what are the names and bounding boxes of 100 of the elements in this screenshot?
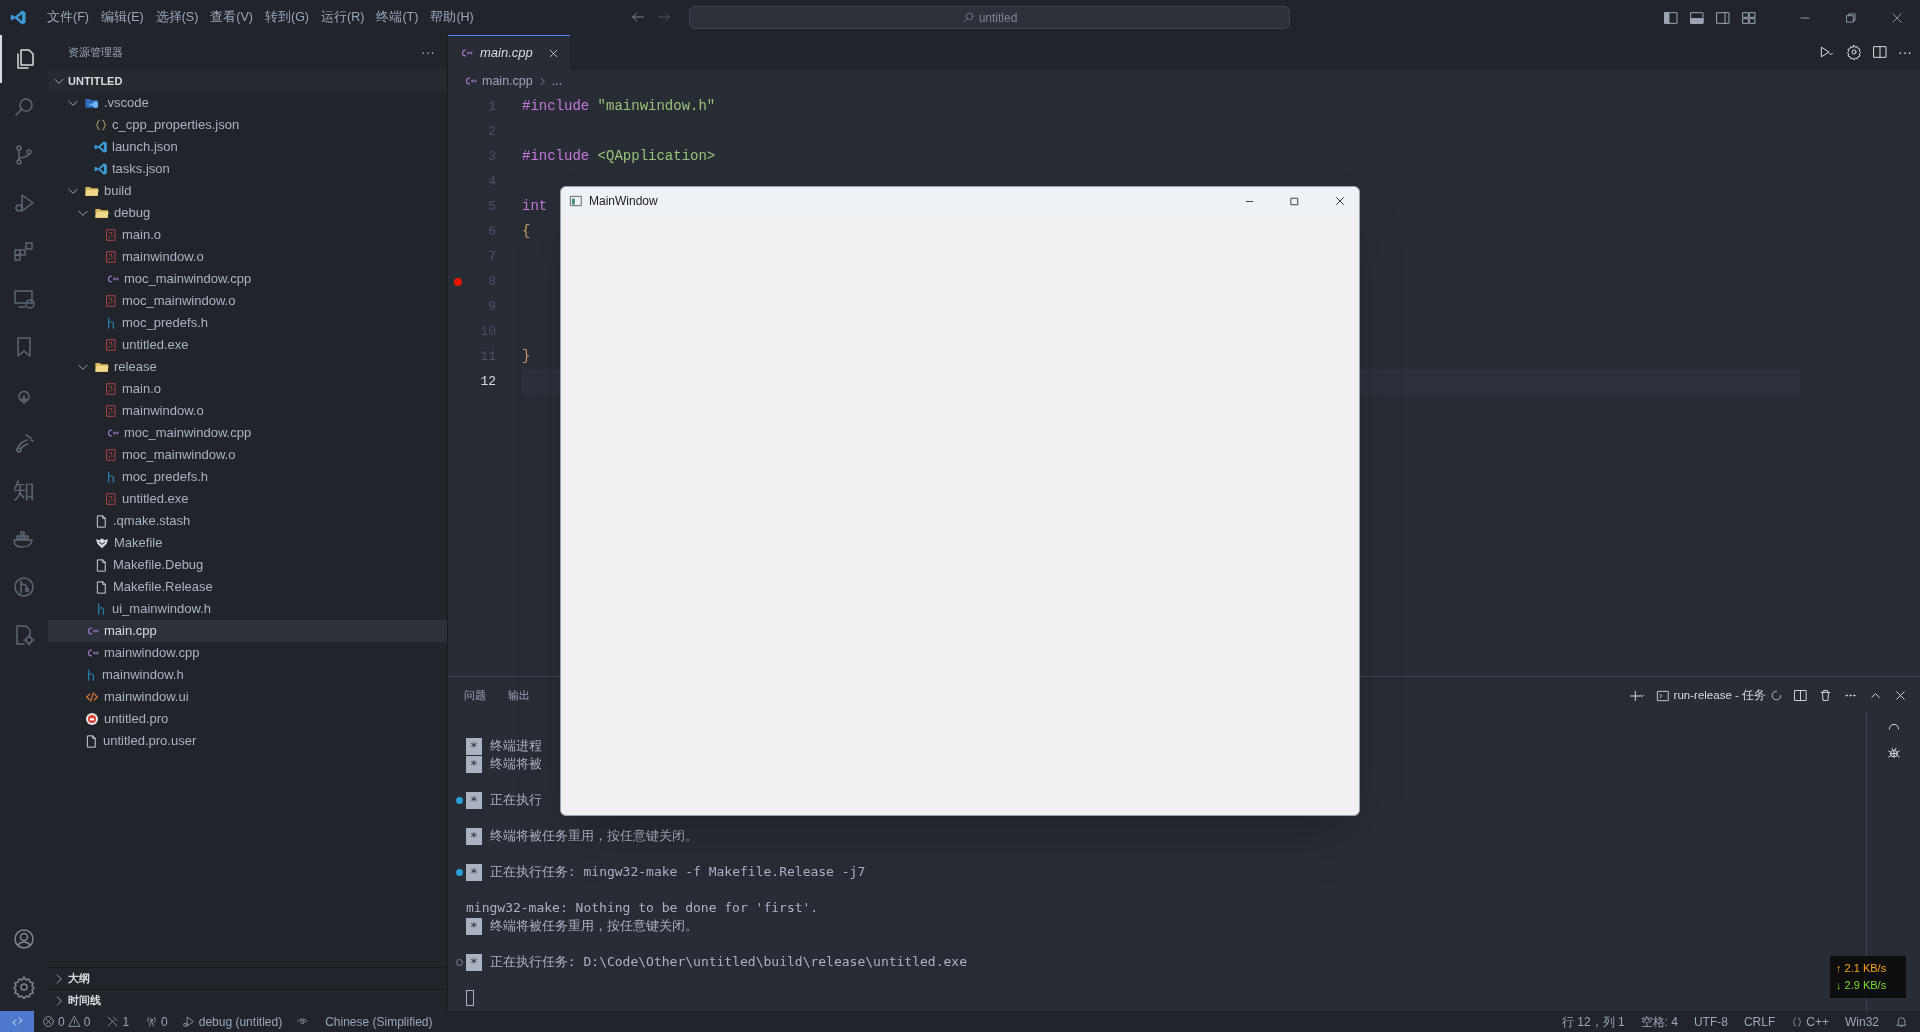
search-field[interactable]: untitled	[689, 6, 1290, 29]
tree-item[interactable]: untitled.pro.user	[48, 730, 447, 752]
menu-item[interactable]: 终端(T)	[370, 8, 425, 27]
task-badge: *	[466, 737, 482, 755]
tree-item[interactable]: moc_mainwindow.cpp	[48, 268, 447, 290]
terminal-line: 正在执行任务: mingw32-make -f Makefile.Release -j7	[489, 863, 866, 882]
settings-icon[interactable]	[12, 975, 36, 999]
debug-config[interactable]: debug (untitled)	[181, 1012, 283, 1031]
binary-file-icon	[104, 404, 118, 418]
editor-tab[interactable]: main.cpp	[448, 35, 570, 70]
tree-item[interactable]: Makefile.Release	[48, 576, 447, 598]
tree-item[interactable]: moc_predefs.h	[48, 466, 447, 488]
tree-item[interactable]: mainwindow.cpp	[48, 642, 447, 664]
braces-icon	[1791, 1015, 1804, 1028]
split-editor-icon[interactable]	[1872, 44, 1888, 60]
tree-item[interactable]: ui_mainwindow.h	[48, 598, 447, 620]
tree-item[interactable]: moc_predefs.h	[48, 312, 447, 334]
line-number: 12	[479, 372, 496, 391]
tree-item[interactable]: untitled.exe	[48, 334, 447, 356]
search-icon[interactable]	[12, 95, 36, 119]
bug-icon[interactable]	[1885, 745, 1902, 761]
layout-icon[interactable]	[1741, 9, 1757, 26]
menu-item[interactable]: 运行(R)	[315, 8, 371, 27]
tree-item[interactable]: mainwindow.h	[48, 664, 447, 686]
file-icon	[94, 579, 109, 595]
status-item[interactable]: 空格: 4	[1640, 1012, 1678, 1031]
menu-item[interactable]: 编辑(E)	[94, 8, 150, 27]
terminal-line: 终端将被	[489, 755, 542, 774]
status-item[interactable]: Win32	[1845, 1012, 1879, 1031]
tree-item[interactable]: .qmake.stash	[48, 510, 447, 532]
tree-item[interactable]: .vscode	[48, 92, 447, 114]
trash-icon[interactable]	[1818, 688, 1833, 704]
problems-indicator[interactable]: 0 0	[42, 1012, 91, 1031]
sidebar-title: 资源管理器	[68, 45, 123, 61]
task-badge: *	[466, 791, 482, 809]
binary-file-icon	[104, 448, 118, 462]
tree-item[interactable]: moc_mainwindow.o	[48, 444, 447, 466]
status-item[interactable]: 行 12，列 1	[1561, 1012, 1625, 1031]
menu-item[interactable]: 转到(G)	[259, 8, 316, 27]
binary-file-icon	[104, 492, 118, 506]
split-terminal-icon[interactable]	[1793, 688, 1808, 704]
menu-item[interactable]: 文件(F)	[41, 8, 95, 27]
ports-indicator[interactable]: 0	[145, 1012, 168, 1031]
menu-item[interactable]: 选择(S)	[149, 8, 205, 27]
tree-item[interactable]: debug	[48, 202, 447, 224]
binary-file-icon	[104, 228, 118, 242]
sidebar-toggle-icon[interactable]	[1663, 9, 1679, 26]
status-item[interactable]: C++	[1791, 1012, 1829, 1031]
tree-item[interactable]: mainwindow.o	[48, 400, 447, 422]
tree-item[interactable]: tasks.json	[48, 158, 447, 180]
status-item[interactable]: UTF-8	[1693, 1012, 1728, 1031]
section-header[interactable]: 大纲	[48, 967, 447, 989]
more-actions[interactable]: ···	[421, 42, 435, 63]
tree-item[interactable]: moc_mainwindow.cpp	[48, 422, 447, 444]
restore-icon[interactable]	[1844, 10, 1858, 25]
terminal-selector[interactable]: run-release - 任务	[1655, 687, 1783, 705]
tools-indicator[interactable]: 1	[106, 1012, 130, 1031]
terminal-line: mingw32-make: Nothing to be done for 'first'.	[466, 899, 819, 918]
tree-item[interactable]: moc_mainwindow.o	[48, 290, 447, 312]
panel-tab[interactable]: 输出	[508, 682, 530, 708]
section-header[interactable]: UNTITLED	[48, 70, 447, 92]
close-icon[interactable]	[1333, 194, 1347, 208]
monitor-icon[interactable]	[12, 287, 36, 311]
code-line: int	[522, 197, 548, 216]
tree-item[interactable]: Makefile.Debug	[48, 554, 447, 576]
panel-toggle-icon[interactable]	[1689, 9, 1705, 26]
more-actions[interactable]: ···	[1898, 44, 1912, 60]
tree-item[interactable]: c_cpp_properties.json	[48, 114, 447, 136]
tree-item[interactable]: mainwindow.ui	[48, 686, 447, 708]
account-icon[interactable]	[12, 927, 36, 951]
tree-item[interactable]: main.cpp	[48, 620, 447, 642]
tree-item[interactable]: untitled.exe	[48, 488, 447, 510]
upload-speed: ↑ 2.1 KB/s	[1836, 961, 1888, 976]
tree-item[interactable]: main.o	[48, 224, 447, 246]
breadcrumb-item[interactable]: main.cpp	[482, 71, 533, 91]
tree-item[interactable]: mainwindow.o	[48, 246, 447, 268]
project-file-icon	[84, 711, 100, 727]
tree-item[interactable]: launch.json	[48, 136, 447, 158]
run-debug-icon	[181, 1015, 195, 1028]
tree-item[interactable]: main.o	[48, 378, 447, 400]
language-pack[interactable]: Chinese (Simplified)	[325, 1012, 433, 1031]
run-debug-icon[interactable]	[12, 191, 36, 215]
tree-item[interactable]: build	[48, 180, 447, 202]
tree-item[interactable]: Makefile	[48, 532, 447, 554]
close-icon[interactable]	[1890, 10, 1904, 25]
tree-item[interactable]: untitled.pro	[48, 708, 447, 730]
file-icon	[84, 733, 99, 749]
status-item[interactable]: CRLF	[1743, 1012, 1776, 1031]
search-icon	[961, 11, 975, 24]
extensions-icon[interactable]	[12, 239, 36, 263]
panel-tab[interactable]: 问题	[464, 682, 486, 708]
breadcrumb-item[interactable]: ...	[551, 71, 563, 91]
menu-item[interactable]: 查看(V)	[204, 8, 259, 27]
back-arrow-icon[interactable]	[630, 9, 646, 25]
error-icon	[42, 1015, 55, 1028]
secondary-sidebar-icon[interactable]	[1715, 9, 1731, 26]
bell-icon[interactable]	[1895, 1015, 1908, 1028]
file-icon	[94, 557, 109, 573]
menu-item[interactable]: 帮助(H)	[424, 8, 480, 27]
tree-item[interactable]: release	[48, 356, 447, 378]
